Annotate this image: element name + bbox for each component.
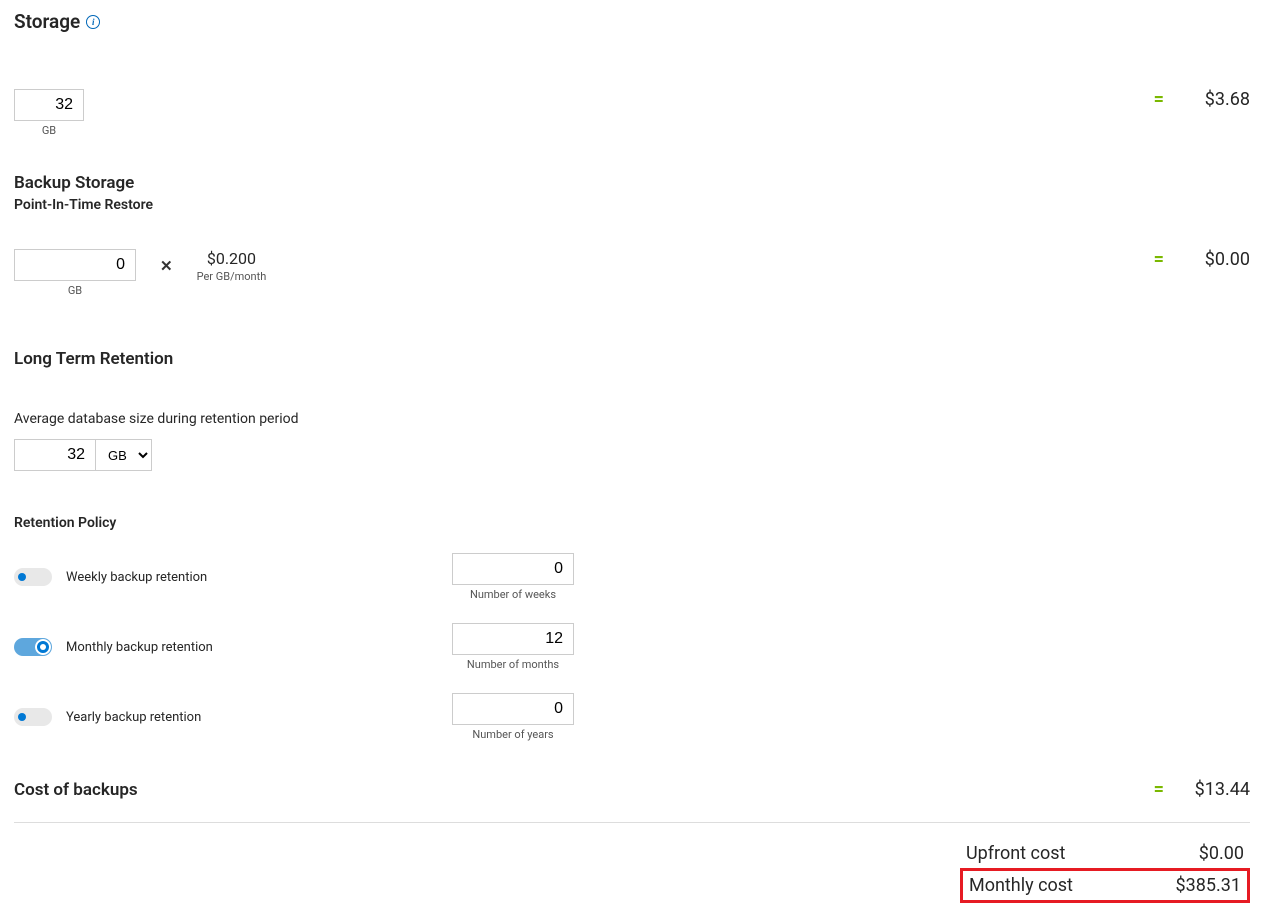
avg-db-size-unit-select[interactable]: GB	[96, 439, 152, 471]
storage-input[interactable]	[14, 89, 84, 121]
weekly-caption: Number of weeks	[452, 588, 574, 601]
backup-rate: $0.200	[197, 249, 267, 268]
backup-price: $0.00	[1190, 249, 1250, 270]
avg-db-size-input[interactable]	[14, 439, 96, 471]
monthly-label: Monthly backup retention	[66, 640, 213, 655]
equals-icon: =	[1154, 89, 1162, 110]
info-icon[interactable]: i	[86, 15, 100, 29]
monthly-cost-value: $385.31	[1176, 875, 1241, 896]
weekly-toggle[interactable]	[14, 568, 52, 586]
backup-unit: GB	[14, 284, 136, 297]
retention-policy-label: Retention Policy	[14, 515, 1250, 531]
divider	[14, 822, 1250, 823]
cost-of-backups-price: $13.44	[1190, 779, 1250, 800]
upfront-cost-label: Upfront cost	[966, 843, 1065, 864]
yearly-toggle[interactable]	[14, 708, 52, 726]
backup-storage-title: Backup Storage	[14, 173, 1250, 193]
monthly-caption: Number of months	[452, 658, 574, 671]
monthly-cost-row: Monthly cost $385.31	[960, 868, 1250, 903]
multiply-icon: ✕	[160, 257, 173, 275]
storage-unit: GB	[14, 124, 84, 137]
monthly-cost-label: Monthly cost	[969, 875, 1073, 896]
yearly-input[interactable]	[452, 693, 574, 725]
avg-db-size-label: Average database size during retention p…	[14, 411, 1250, 427]
weekly-input[interactable]	[452, 553, 574, 585]
backup-rate-sub: Per GB/month	[197, 270, 267, 283]
storage-price: $3.68	[1190, 89, 1250, 110]
ltr-title: Long Term Retention	[14, 349, 1250, 369]
pitr-title: Point-In-Time Restore	[14, 197, 1250, 213]
backup-gb-input[interactable]	[14, 249, 136, 281]
upfront-cost-value: $0.00	[1199, 843, 1244, 864]
storage-title: Storage	[14, 10, 80, 33]
upfront-cost-row: Upfront cost $0.00	[960, 839, 1250, 868]
cost-of-backups-label: Cost of backups	[14, 780, 138, 800]
monthly-input[interactable]	[452, 623, 574, 655]
equals-icon: =	[1154, 249, 1162, 270]
yearly-caption: Number of years	[452, 728, 574, 741]
equals-icon: =	[1154, 779, 1162, 800]
yearly-label: Yearly backup retention	[66, 710, 201, 725]
monthly-toggle[interactable]	[14, 638, 52, 656]
weekly-label: Weekly backup retention	[66, 570, 207, 585]
